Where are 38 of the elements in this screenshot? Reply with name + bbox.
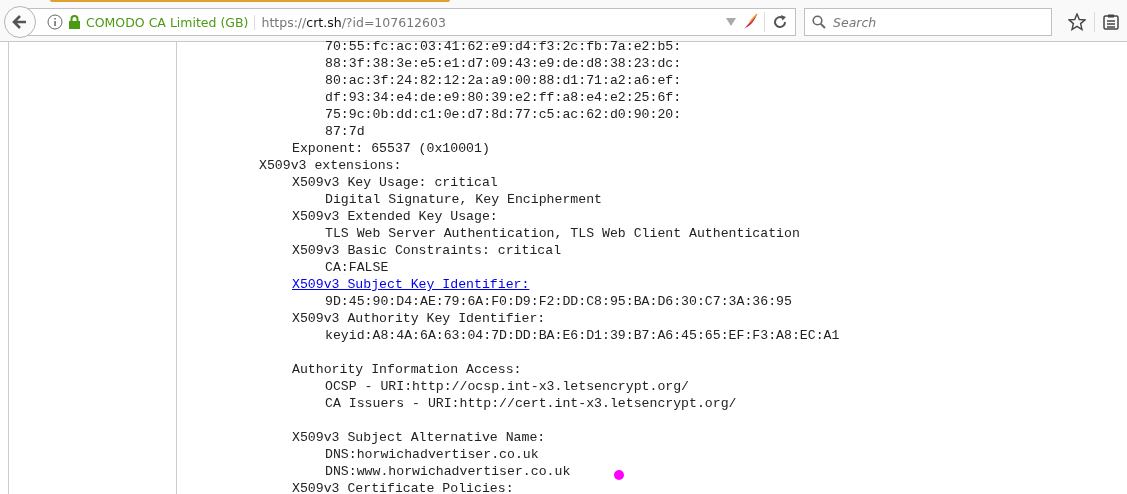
certificate-line: Exponent: 65537 (0x10001) bbox=[292, 140, 490, 157]
certificate-line: 75:9c:0b:dd:c1:0e:d7:8d:77:c5:ac:62:d0:90:20: bbox=[325, 106, 682, 123]
certificate-line: 88:3f:38:3e:e5:e1:d7:09:43:e9:de:d8:38:23:dc: bbox=[325, 55, 682, 72]
back-arrow-icon bbox=[12, 14, 28, 30]
site-identity[interactable]: COMODO CA Limited (GB) bbox=[86, 14, 256, 30]
certificate-line: 70:55:fc:ac:03:41:62:e9:d4:f3:2c:fb:7a:e2:b5: bbox=[325, 38, 682, 55]
cursor-dot bbox=[614, 470, 624, 480]
certificate-line: df:93:34:e4:de:e9:80:39:e2:ff:a8:e4:e2:25:6f: bbox=[325, 89, 682, 106]
certificate-line: keyid:A8:4A:6A:63:04:7D:DD:BA:E6:D1:39:B7:A6:45:65:EF:F3:A8:EC:A1 bbox=[325, 327, 840, 344]
info-icon[interactable] bbox=[47, 14, 63, 30]
certificate-line: Digital Signature, Key Encipherment bbox=[325, 191, 602, 208]
search-field[interactable]: Search bbox=[804, 8, 1052, 36]
certificate-line: DNS:horwichadvertiser.co.uk bbox=[325, 446, 539, 463]
certificate-line: 80:ac:3f:24:82:12:2a:a9:00:88:d1:71:a2:a6:ef: bbox=[325, 72, 682, 89]
lock-icon bbox=[69, 15, 80, 29]
certificate-line: OCSP - URI:http://ocsp.int-x3.letsencrypt.org/ bbox=[325, 378, 690, 395]
certificate-line: DNS:www.horwichadvertiser.co.uk bbox=[325, 463, 571, 480]
back-button[interactable] bbox=[4, 6, 36, 38]
certificate-line: X509v3 Authority Key Identifier: bbox=[292, 310, 546, 327]
certificate-line: X509v3 Certificate Policies: bbox=[292, 480, 514, 494]
certificate-line: CA:FALSE bbox=[325, 259, 389, 276]
certificate-line: X509v3 Basic Constraints: critical bbox=[292, 242, 562, 259]
reading-list-button[interactable] bbox=[1103, 14, 1119, 30]
certificate-line: X509v3 Extended Key Usage: bbox=[292, 208, 498, 225]
bookmark-star-button[interactable] bbox=[1068, 13, 1086, 31]
certificate-line: X509v3 extensions: bbox=[259, 157, 402, 174]
url-text[interactable]: https://crt.sh/?id=107612603 bbox=[261, 14, 720, 30]
feather-icon[interactable] bbox=[742, 13, 758, 31]
certificate-line: 9D:45:90:D4:AE:79:6A:F0:D9:F2:DD:C8:95:BA:D6:30:C7:3A:36:95 bbox=[325, 293, 792, 310]
address-bar[interactable]: COMODO CA Limited (GB) https://crt.sh/?id=107612603 bbox=[26, 8, 796, 36]
certificate-line: Authority Information Access: bbox=[292, 361, 522, 378]
certificate-line: TLS Web Server Authentication, TLS Web Client Authentication bbox=[325, 225, 800, 242]
extension-link[interactable]: X509v3 Subject Key Identifier: bbox=[292, 276, 530, 293]
certificate-line: X509v3 Subject Alternative Name: bbox=[292, 429, 546, 446]
certificate-line: CA Issuers - URI:http://cert.int-x3.letsencrypt.org/ bbox=[325, 395, 737, 412]
search-icon bbox=[812, 15, 826, 29]
certificate-line: 87:7d bbox=[325, 123, 365, 140]
certificate-line: X509v3 Key Usage: critical bbox=[292, 174, 498, 191]
